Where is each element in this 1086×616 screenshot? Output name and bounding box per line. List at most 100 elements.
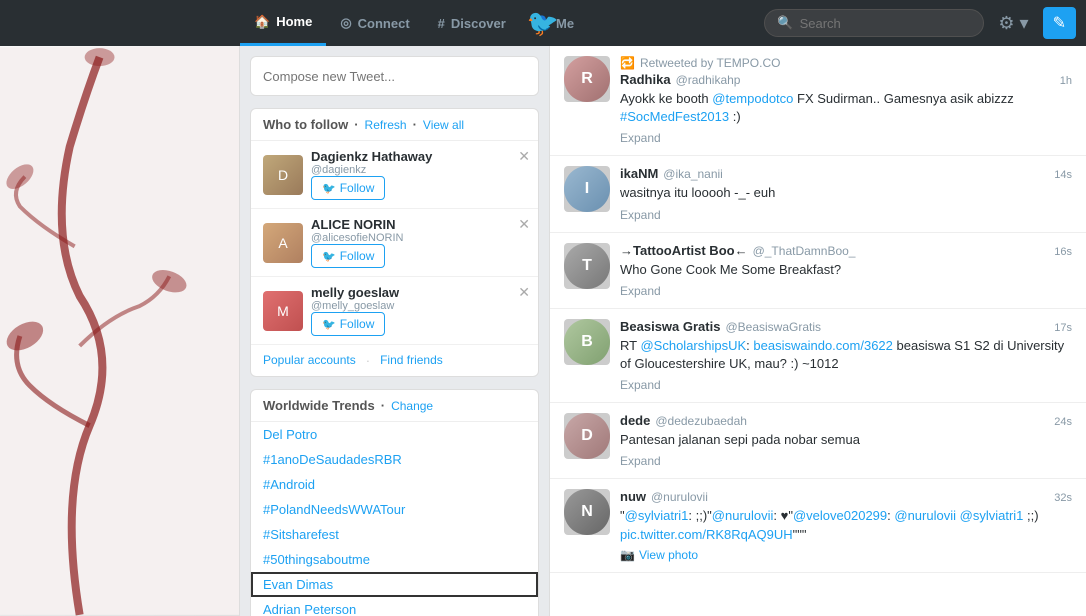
tweet-handle: @nurulovii [651,490,708,504]
mention-link[interactable]: @sylviatri1 [960,508,1024,523]
url-link[interactable]: pic.twitter.com/RK8RqAQ9UH [620,527,793,542]
who-to-follow-title: Who to follow [263,117,348,132]
find-friends-link[interactable]: Find friends [380,353,443,368]
tweet-time: 14s [1054,169,1072,181]
avatar: I [564,166,610,212]
search-box[interactable]: 🔍 [764,9,984,37]
avatar: R [564,56,610,102]
search-input[interactable] [800,16,970,31]
discover-icon: # [438,16,445,31]
expand-button[interactable]: Expand [620,454,661,468]
nav-home[interactable]: 🏠 Home [240,0,326,46]
view-photo-link[interactable]: 📷 View photo [620,548,1072,562]
nav-right: 🔍 ⚙ ▾ ✎ [764,7,1076,40]
follow-button[interactable]: 🐦 Follow [311,176,385,200]
tweet-time: 24s [1054,416,1072,428]
retweet-indicator: 🔁 Retweeted by TEMPO.CO [620,56,1072,70]
tweet-item: I ikaNM @ika_nanii 14s wasitnya itu looo… [550,156,1086,232]
follow-handle: @alicesofieNORIN [311,232,526,244]
tweet-item: N nuw @nurulovii 32s "@sylviatri1: ;;)"@… [550,479,1086,572]
trend-item-evan-dimas[interactable]: Evan Dimas [251,572,538,597]
view-all-link[interactable]: View all [423,118,464,132]
close-button[interactable]: ✕ [518,149,530,163]
tweet-username: ikaNM [620,166,658,181]
widget-footer: Popular accounts · Find friends [251,345,538,376]
refresh-link[interactable]: Refresh [365,118,407,132]
trends-widget: Worldwide Trends · Change Del Potro #1an… [250,389,539,616]
tweet-header: ikaNM @ika_nanii 14s [620,166,1072,181]
nav-home-label: Home [276,14,312,29]
follow-handle: @melly_goeslaw [311,300,526,312]
tweet-username: Beasiswa Gratis [620,319,720,334]
trends-header: Worldwide Trends · Change [251,390,538,422]
tweet-text: RT @ScholarshipsUK: beasiswaindo.com/362… [620,337,1072,373]
nav-connect-label: Connect [358,16,410,31]
who-to-follow-widget: Who to follow · Refresh · View all D Dag… [250,108,539,377]
close-button[interactable]: ✕ [518,217,530,231]
follow-button[interactable]: 🐦 Follow [311,312,385,336]
hashtag-link[interactable]: #SocMedFest2013 [620,109,729,124]
trend-item[interactable]: #50thingsaboutme [251,547,538,572]
mention-link[interactable]: @velove020299 [793,508,887,523]
popular-accounts-link[interactable]: Popular accounts [263,353,356,368]
url-link[interactable]: beasiswaindo.com/3622 [753,338,892,353]
trend-item[interactable]: #PolandNeedsWWATour [251,497,538,522]
follow-name: Dagienkz Hathaway [311,149,526,164]
tweet-content: nuw @nurulovii 32s "@sylviatri1: ;;)"@nu… [620,489,1072,561]
trends-change-link[interactable]: Change [391,399,433,413]
home-icon: 🏠 [254,14,270,30]
mention-link[interactable]: @tempodotco [712,91,793,106]
avatar: A [263,223,303,263]
follow-name: melly goeslaw [311,285,526,300]
tweet-header: →TattooArtist Boo← @_ThatDamnBoo_ 16s [620,243,1072,258]
follow-button[interactable]: 🐦 Follow [311,244,385,268]
tweet-time: 17s [1054,322,1072,334]
nav-connect[interactable]: ◎ Connect [326,0,423,46]
tweet-time: 32s [1054,492,1072,504]
follow-bird-icon: 🐦 [322,182,336,195]
tweet-text: Pantesan jalanan sepi pada nobar semua [620,431,1072,449]
avatar: D [564,413,610,459]
tweet-header: Radhika @radhikahp 1h [620,72,1072,87]
nav-discover[interactable]: # Discover [424,0,520,46]
connect-icon: ◎ [340,15,351,31]
trend-item[interactable]: #1anoDeSaudadesRBR [251,447,538,472]
follow-handle: @dagienkz [311,164,526,176]
trend-item[interactable]: #Sitsharefest [251,522,538,547]
follow-bird-icon: 🐦 [322,250,336,263]
compose-input[interactable] [251,57,538,95]
expand-button[interactable]: Expand [620,208,661,222]
tweet-content: ikaNM @ika_nanii 14s wasitnya itu looooh… [620,166,1072,221]
avatar: T [564,243,610,289]
follow-item: A ALICE NORIN @alicesofieNORIN 🐦 Follow … [251,209,538,277]
tweet-username: dede [620,413,650,428]
follow-item: M melly goeslaw @melly_goeslaw 🐦 Follow … [251,277,538,345]
expand-button[interactable]: Expand [620,131,661,145]
mention-link[interactable]: @nurulovii [894,508,956,523]
tweet-content: Beasiswa Gratis @BeasiswaGratis 17s RT @… [620,319,1072,392]
tweet-item: R 🔁 Retweeted by TEMPO.CO Radhika @radhi… [550,46,1086,156]
mention-link[interactable]: @ScholarshipsUK [640,338,746,353]
tweet-text: "@sylviatri1: ;;)"@nurulovii: ♥"@velove0… [620,507,1072,543]
tweet-username: nuw [620,489,646,504]
trend-item[interactable]: Adrian Peterson [251,597,538,616]
avatar: D [263,155,303,195]
trend-item[interactable]: Del Potro [251,422,538,447]
tweet-handle: @_ThatDamnBoo_ [753,244,856,258]
tweet-text: wasitnya itu looooh -_- euh [620,184,1072,202]
compose-button[interactable]: ✎ [1043,7,1076,39]
mention-link[interactable]: @nurulovii [712,508,774,523]
retweet-icon: 🔁 [620,56,635,70]
trends-title: Worldwide Trends [263,398,375,413]
follow-bird-icon: 🐦 [322,318,336,331]
settings-button[interactable]: ⚙ ▾ [990,7,1036,40]
close-button[interactable]: ✕ [518,285,530,299]
tweet-header: Beasiswa Gratis @BeasiswaGratis 17s [620,319,1072,334]
expand-button[interactable]: Expand [620,378,661,392]
expand-button[interactable]: Expand [620,284,661,298]
tweet-item: T →TattooArtist Boo← @_ThatDamnBoo_ 16s … [550,233,1086,309]
mention-link[interactable]: @sylviatri1 [625,508,689,523]
tweet-handle: @dedezubaedah [655,414,747,428]
avatar: N [564,489,610,535]
trend-item[interactable]: #Android [251,472,538,497]
